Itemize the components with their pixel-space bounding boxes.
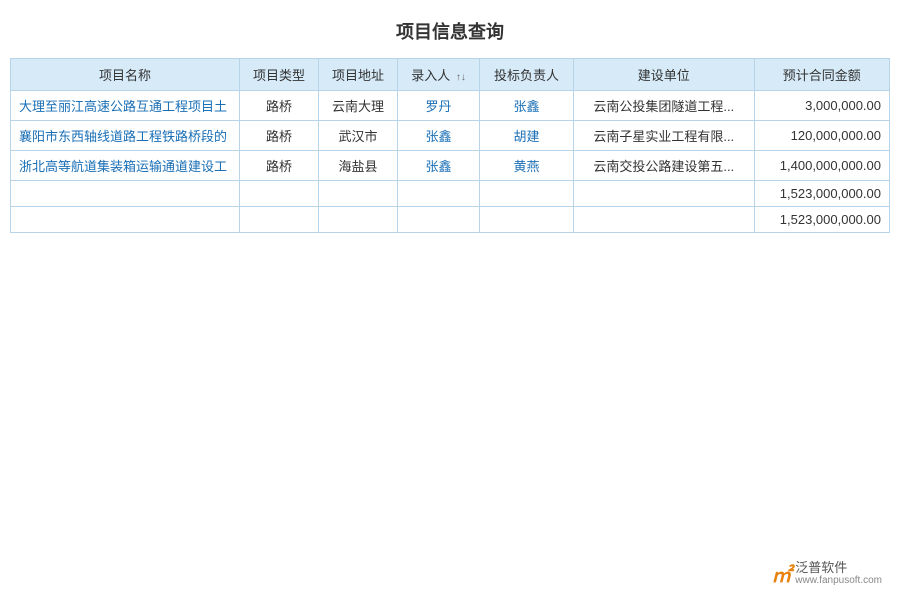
empty-cell: [239, 181, 318, 207]
table-row: 襄阳市东西轴线道路工程铁路桥段的 路桥 武汉市 张鑫 胡建 云南子星实业工程有限…: [11, 121, 890, 151]
empty-cell: [318, 181, 397, 207]
cell-name-3[interactable]: 浙北高等航道集装箱运输通道建设工: [11, 151, 240, 181]
col-header-location: 项目地址: [318, 59, 397, 91]
cell-recorder-3[interactable]: 张鑫: [398, 151, 480, 181]
subtotal-row-2: 1,523,000,000.00: [11, 207, 890, 233]
cell-bid-manager-1[interactable]: 张鑫: [480, 91, 574, 121]
empty-cell: [480, 207, 574, 233]
table-row: 浙北高等航道集装箱运输通道建设工 路桥 海盐县 张鑫 黄燕 云南交投公路建设第五…: [11, 151, 890, 181]
col-header-recorder[interactable]: 录入人 ↑↓: [398, 59, 480, 91]
cell-location-3: 海盐县: [318, 151, 397, 181]
cell-name-2[interactable]: 襄阳市东西轴线道路工程铁路桥段的: [11, 121, 240, 151]
cell-location-2: 武汉市: [318, 121, 397, 151]
empty-cell: [239, 207, 318, 233]
cell-type-2: 路桥: [239, 121, 318, 151]
cell-amount-1: 3,000,000.00: [754, 91, 889, 121]
table-wrapper: 项目名称 项目类型 项目地址 录入人 ↑↓ 投标负责人 建设单位: [0, 58, 900, 233]
cell-bid-manager-3[interactable]: 黄燕: [480, 151, 574, 181]
col-header-type: 项目类型: [239, 59, 318, 91]
footer-logo: ㎡ 泛普软件 www.fanpusoft.com: [771, 559, 882, 588]
logo-icon: ㎡: [771, 559, 791, 588]
empty-cell: [398, 181, 480, 207]
cell-construction-unit-3: 云南交投公路建设第五...: [573, 151, 754, 181]
empty-cell: [318, 207, 397, 233]
cell-recorder-1[interactable]: 罗丹: [398, 91, 480, 121]
cell-bid-manager-2[interactable]: 胡建: [480, 121, 574, 151]
subtotal-row-1: 1,523,000,000.00: [11, 181, 890, 207]
cell-construction-unit-2: 云南子星实业工程有限...: [573, 121, 754, 151]
cell-location-1: 云南大理: [318, 91, 397, 121]
empty-cell: [11, 207, 240, 233]
empty-cell: [573, 207, 754, 233]
page-title: 项目信息查询: [0, 0, 900, 58]
cell-recorder-2[interactable]: 张鑫: [398, 121, 480, 151]
table-row: 大理至丽江高速公路互通工程项目土 路桥 云南大理 罗丹 张鑫 云南公投集团隧道工…: [11, 91, 890, 121]
cell-amount-2: 120,000,000.00: [754, 121, 889, 151]
cell-type-1: 路桥: [239, 91, 318, 121]
col-header-amount: 预计合同金额: [754, 59, 889, 91]
empty-cell: [398, 207, 480, 233]
col-header-name: 项目名称: [11, 59, 240, 91]
table-header-row: 项目名称 项目类型 项目地址 录入人 ↑↓ 投标负责人 建设单位: [11, 59, 890, 91]
col-header-construction-unit: 建设单位: [573, 59, 754, 91]
logo-company-name: 泛普软件: [795, 560, 882, 576]
sort-icon: ↑↓: [456, 72, 466, 83]
logo-url: www.fanpusoft.com: [795, 575, 882, 587]
col-header-bid-manager: 投标负责人: [480, 59, 574, 91]
empty-cell: [480, 181, 574, 207]
cell-name-1[interactable]: 大理至丽江高速公路互通工程项目土: [11, 91, 240, 121]
cell-construction-unit-1: 云南公投集团隧道工程...: [573, 91, 754, 121]
empty-cell: [573, 181, 754, 207]
main-table: 项目名称 项目类型 项目地址 录入人 ↑↓ 投标负责人 建设单位: [10, 58, 890, 233]
cell-type-3: 路桥: [239, 151, 318, 181]
subtotal-1-value: 1,523,000,000.00: [754, 181, 889, 207]
subtotal-2-value: 1,523,000,000.00: [754, 207, 889, 233]
empty-cell: [11, 181, 240, 207]
logo-text: 泛普软件 www.fanpusoft.com: [795, 560, 882, 588]
cell-amount-3: 1,400,000,000.00: [754, 151, 889, 181]
